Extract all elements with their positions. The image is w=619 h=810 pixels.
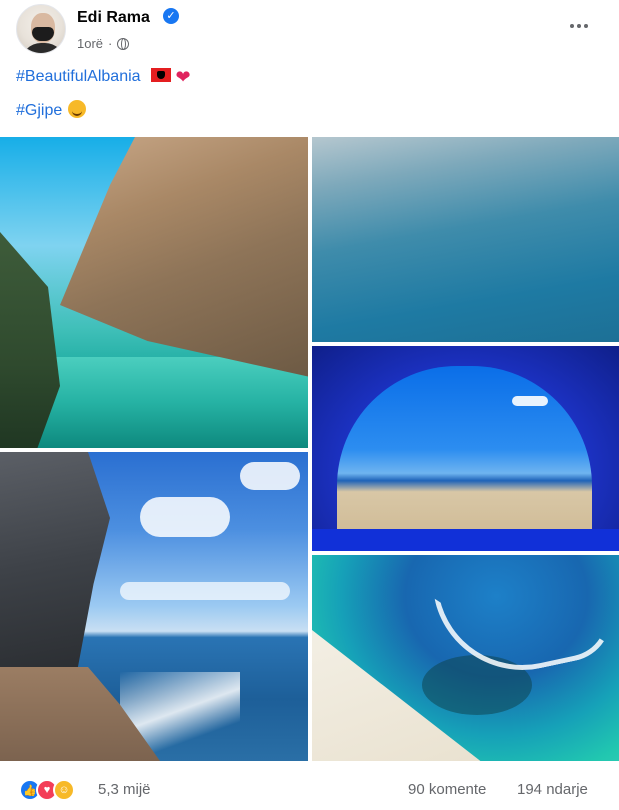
avatar-shirt xyxy=(21,43,65,53)
red-heart-icon: ❤ xyxy=(175,67,191,87)
post-footer: 👍 ♥ ☺ 5,3 mijë 90 komente 194 ndarje xyxy=(0,768,619,810)
post-meta: 1orë · xyxy=(77,36,130,51)
post-time[interactable]: 1orë xyxy=(77,36,103,51)
reaction-count[interactable]: 5,3 mijë xyxy=(98,781,151,798)
more-options-button[interactable] xyxy=(562,14,596,38)
comments-count-link[interactable]: 90 komente xyxy=(408,781,486,798)
post-header: Edi Rama ✓ 1orë · xyxy=(0,0,619,60)
smiling-face-icon xyxy=(67,100,86,118)
albanian-flag-icon xyxy=(151,68,171,82)
shares-count-link[interactable]: 194 ndarje xyxy=(517,781,588,798)
photo-cliff xyxy=(0,452,110,672)
photo-cloud xyxy=(140,497,230,537)
photo-cliff-right xyxy=(60,137,308,377)
aerial-beach-boat-photo[interactable] xyxy=(312,555,619,761)
author-name[interactable]: Edi Rama xyxy=(77,9,150,27)
canyon-turquoise-water-photo[interactable] xyxy=(0,137,308,448)
photo-cloud xyxy=(240,462,300,490)
avatar-mask xyxy=(32,27,54,41)
globe-icon xyxy=(117,37,130,50)
calm-sea-photo[interactable] xyxy=(312,137,619,342)
cliff-beach-waves-photo[interactable] xyxy=(0,452,308,761)
author-avatar[interactable] xyxy=(16,4,66,54)
caption-line-2: #Gjipe xyxy=(16,100,86,120)
more-dot xyxy=(570,24,574,28)
hashtag-gjipe[interactable]: #Gjipe xyxy=(16,102,62,119)
more-dot xyxy=(577,24,581,28)
care-icon: ☺ xyxy=(53,779,75,801)
meta-separator: · xyxy=(108,36,113,51)
caption-line-1: #BeautifulAlbania ❤ xyxy=(16,67,191,88)
photo-cloud xyxy=(512,396,548,406)
verified-check-icon: ✓ xyxy=(163,8,179,24)
photo-tent-floor xyxy=(312,529,619,551)
more-dot xyxy=(584,24,588,28)
photo-cloud xyxy=(120,582,290,600)
reaction-icons[interactable]: 👍 ♥ ☺ xyxy=(19,779,75,801)
hashtag-beautiful-albania[interactable]: #BeautifulAlbania xyxy=(16,68,141,85)
tent-view-beach-photo[interactable] xyxy=(312,346,619,551)
